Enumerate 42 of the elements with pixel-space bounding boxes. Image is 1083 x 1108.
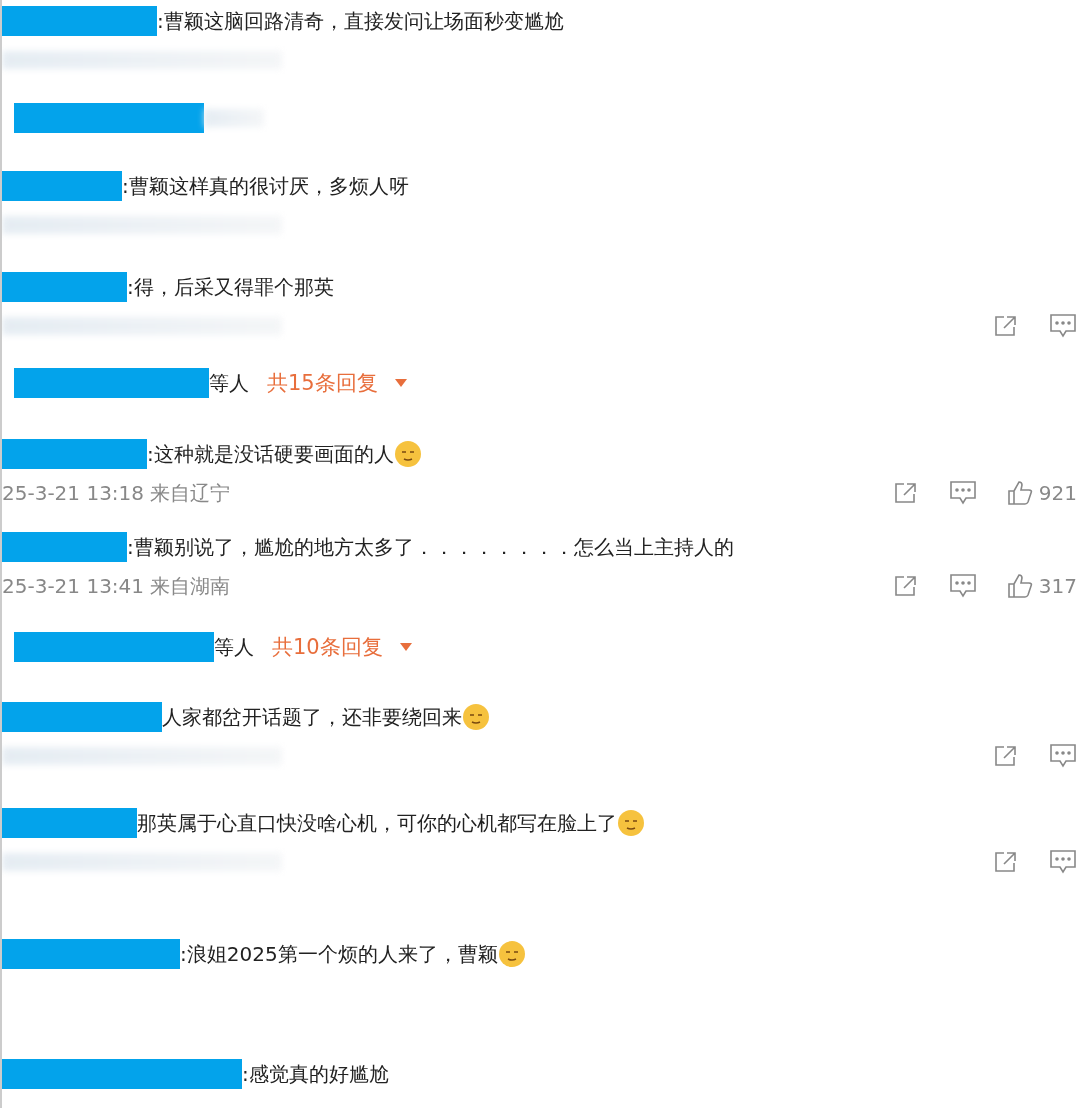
comment-text: 那英属于心直口快没啥心机，可你的心机都写在脸上了 (137, 809, 617, 837)
share-icon (892, 481, 919, 505)
comment-text: :得，后采又得罪个那英 (127, 273, 334, 301)
replies-link[interactable]: 共15条回复 (249, 369, 408, 397)
comment-icon (948, 573, 977, 599)
comment-icon (948, 480, 977, 506)
caret-icon (398, 642, 413, 652)
share-icon (993, 314, 1019, 338)
share-button[interactable] (892, 574, 919, 598)
comment-text: :浪姐2025第一个烦的人来了，曹颖 (180, 940, 498, 968)
comment-button[interactable] (948, 573, 977, 599)
comment-text: :曹颖别说了，尴尬的地方太多了．．．．．．．．怎么当上主持人的 (127, 533, 734, 561)
replies-link[interactable]: 共10条回复 (254, 633, 413, 661)
comment-text: :感觉真的好尴尬 (242, 1060, 389, 1088)
comment-icon (1049, 313, 1077, 339)
caret-icon (393, 378, 408, 388)
comment-text: :曹颖这样真的很讨厌，多烦人呀 (122, 172, 409, 200)
share-button[interactable] (892, 481, 919, 505)
comment-button[interactable] (1049, 849, 1077, 875)
share-button[interactable] (993, 314, 1019, 338)
comment-button[interactable] (948, 480, 977, 506)
like-button[interactable]: 317 (1006, 573, 1077, 599)
replies-suffix: 等人 (209, 369, 249, 397)
share-icon (892, 574, 919, 598)
replies-suffix: 等人 (214, 633, 254, 661)
thumbs-up-icon (1006, 573, 1033, 599)
share-icon (993, 744, 1019, 768)
thumbs-up-icon (1006, 480, 1033, 506)
comment-meta: 25-3-21 13:18 来自辽宁 (2, 479, 231, 507)
comment-meta: 25-3-21 13:41 来自湖南 (2, 572, 231, 600)
comment-button[interactable] (1049, 313, 1077, 339)
comment-text: :曹颖这脑回路清奇，直接发问让场面秒变尴尬 (157, 7, 564, 35)
comment-button[interactable] (1049, 743, 1077, 769)
comment-icon (1049, 743, 1077, 769)
comment-text: :这种就是没话硬要画面的人 (147, 440, 394, 468)
share-button[interactable] (993, 744, 1019, 768)
comment-text: 人家都岔开话题了，还非要绕回来 (162, 703, 462, 731)
like-button[interactable]: 921 (1006, 480, 1077, 506)
blurred-replies (204, 109, 264, 127)
share-icon (993, 850, 1019, 874)
comment-icon (1049, 849, 1077, 875)
share-button[interactable] (993, 850, 1019, 874)
